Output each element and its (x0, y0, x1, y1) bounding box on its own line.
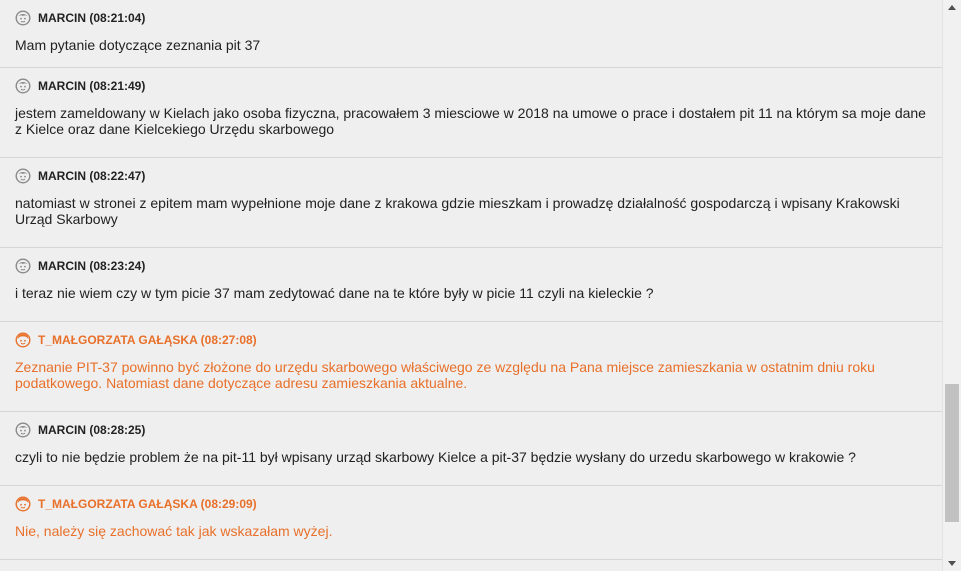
chat-message: T_MAŁGORZATA GAŁĄSKA (08:29:09) Nie, nal… (0, 486, 942, 560)
message-author: MARCIN (08:21:49) (38, 79, 146, 93)
user-avatar-icon (15, 422, 31, 438)
message-author: MARCIN (08:28:25) (38, 423, 146, 437)
user-avatar-icon (15, 10, 31, 26)
agent-avatar-icon (15, 496, 31, 512)
message-header: MARCIN (08:21:49) (15, 77, 927, 95)
arrow-up-icon[interactable] (943, 0, 961, 14)
chat-message: MARCIN (08:21:49) jestem zameldowany w K… (0, 68, 942, 158)
message-text: Zeznanie PIT-37 powinno być złożone do u… (15, 359, 875, 391)
message-author: T_MAŁGORZATA GAŁĄSKA (08:29:09) (38, 497, 257, 511)
message-header: MARCIN (08:21:04) (15, 9, 927, 27)
message-text: i teraz nie wiem czy w tym picie 37 mam … (15, 285, 654, 301)
message-header: MARCIN (08:23:24) (15, 257, 927, 275)
message-text: Mam pytanie dotyczące zeznania pit 37 (15, 37, 261, 53)
message-text: natomiast w stronei z epitem mam wypełni… (15, 195, 900, 227)
message-author: MARCIN (08:22:47) (38, 169, 146, 183)
message-author: MARCIN (08:21:04) (38, 11, 146, 25)
user-avatar-icon (15, 168, 31, 184)
chat-message: MARCIN (08:21:04) Mam pytanie dotyczące … (0, 0, 942, 68)
chat-message: MARCIN (08:23:24) i teraz nie wiem czy w… (0, 248, 942, 322)
arrow-down-icon[interactable] (943, 557, 961, 571)
message-author: T_MAŁGORZATA GAŁĄSKA (08:27:08) (38, 333, 257, 347)
vertical-scrollbar[interactable] (942, 0, 961, 571)
message-header: T_MAŁGORZATA GAŁĄSKA (08:27:08) (15, 331, 927, 349)
message-text: Nie, należy się zachować tak jak wskazał… (15, 523, 333, 539)
message-header: MARCIN (08:22:47) (15, 167, 927, 185)
chat-transcript: MARCIN (08:21:04) Mam pytanie dotyczące … (0, 0, 942, 571)
user-avatar-icon (15, 258, 31, 274)
agent-avatar-icon (15, 332, 31, 348)
message-text: czyli to nie będzie problem że na pit-11… (15, 449, 856, 465)
chat-message: MARCIN (08:22:47) natomiast w stronei z … (0, 158, 942, 248)
message-header: T_MAŁGORZATA GAŁĄSKA (08:29:09) (15, 495, 927, 513)
message-header: MARCIN (08:28:25) (15, 421, 927, 439)
chat-message: MARCIN (08:28:25) czyli to nie będzie pr… (0, 412, 942, 486)
user-avatar-icon (15, 78, 31, 94)
scrollbar-thumb[interactable] (945, 384, 959, 522)
chat-message: T_MAŁGORZATA GAŁĄSKA (08:27:08) Zeznanie… (0, 322, 942, 412)
message-author: MARCIN (08:23:24) (38, 259, 146, 273)
message-text: jestem zameldowany w Kielach jako osoba … (15, 105, 926, 137)
